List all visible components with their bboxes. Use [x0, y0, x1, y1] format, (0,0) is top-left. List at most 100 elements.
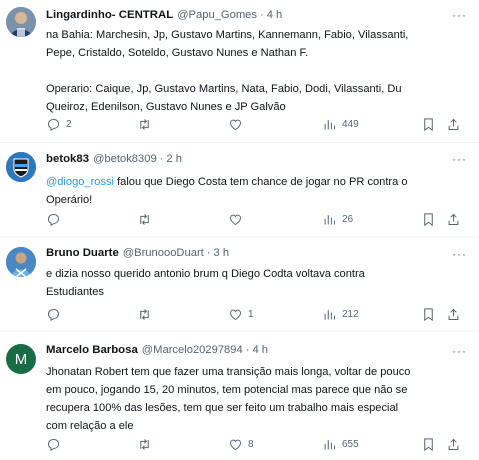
- user-handle[interactable]: @Papu_Gomes: [177, 9, 257, 21]
- display-name[interactable]: Marcelo Barbosa: [46, 344, 138, 356]
- retweet-icon: [140, 308, 149, 320]
- avatar[interactable]: M: [6, 344, 36, 374]
- avatar[interactable]: [6, 152, 36, 182]
- dot-separator: ·: [245, 344, 250, 356]
- tweet[interactable]: betok83 @betok8309 · 2 h ··· @diogo_ross…: [0, 143, 479, 237]
- bookmark-icon: [424, 437, 433, 451]
- tweet-actions: 1 212: [40, 306, 471, 322]
- share-button[interactable]: [446, 117, 461, 132]
- retweet-button[interactable]: [137, 212, 152, 227]
- views-chart-icon: [324, 439, 335, 449]
- timeline-feed: Lingardinho- CENTRAL @Papu_Gomes · 4 h ·…: [0, 0, 479, 460]
- tweet-text: na Bahia: Marchesin, Jp, Gustavo Martins…: [46, 29, 409, 113]
- avatar[interactable]: [6, 7, 36, 37]
- views-chart-icon: [324, 119, 335, 129]
- more-options-icon[interactable]: ···: [452, 344, 467, 358]
- gremio-crest-icon: [6, 152, 36, 182]
- like-button[interactable]: 1: [228, 307, 254, 322]
- reply-button[interactable]: [46, 307, 61, 322]
- views-button[interactable]: 449: [322, 117, 359, 132]
- share-icon: [448, 308, 459, 320]
- like-count: 1: [248, 308, 254, 320]
- tweet-header: Marcelo Barbosa @Marcelo20297894 · 4 h: [46, 344, 473, 360]
- reply-icon: [47, 308, 60, 321]
- views-button[interactable]: 26: [322, 212, 353, 227]
- avatar-photo-icon: [6, 247, 36, 277]
- retweet-icon: [140, 118, 149, 130]
- heart-icon: [229, 439, 242, 450]
- views-button[interactable]: 655: [322, 437, 359, 452]
- share-button[interactable]: [446, 437, 461, 452]
- share-icon: [448, 438, 459, 450]
- bookmark-button[interactable]: [421, 437, 436, 452]
- timestamp[interactable]: 4 h: [267, 9, 283, 21]
- user-handle[interactable]: @BrunoooDuart: [123, 247, 204, 259]
- bookmark-button[interactable]: [421, 307, 436, 322]
- dot-separator: ·: [159, 153, 164, 165]
- tweet[interactable]: Bruno Duarte @BrunoooDuart · 3 h ··· e d…: [0, 237, 479, 332]
- views-button[interactable]: 212: [322, 307, 359, 322]
- retweet-icon: [140, 213, 149, 225]
- tweet-header: Bruno Duarte @BrunoooDuart · 3 h: [46, 247, 473, 263]
- tweet-header: Lingardinho- CENTRAL @Papu_Gomes · 4 h: [46, 9, 473, 25]
- tweet-actions: 2 449: [40, 116, 471, 132]
- more-options-icon[interactable]: ···: [452, 8, 467, 22]
- more-options-icon[interactable]: ···: [452, 247, 467, 261]
- dot-separator: ·: [206, 247, 211, 259]
- tweet[interactable]: Lingardinho- CENTRAL @Papu_Gomes · 4 h ·…: [0, 0, 479, 143]
- bookmark-button[interactable]: [421, 212, 436, 227]
- tweet-header: betok83 @betok8309 · 2 h: [46, 153, 473, 169]
- tweet[interactable]: M Marcelo Barbosa @Marcelo20297894 · 4 h…: [0, 332, 479, 460]
- views-count: 449: [342, 118, 359, 130]
- reply-icon: [47, 213, 60, 226]
- share-button[interactable]: [446, 212, 461, 227]
- display-name[interactable]: Bruno Duarte: [46, 247, 119, 259]
- timestamp[interactable]: 3 h: [214, 247, 230, 259]
- like-button[interactable]: [228, 212, 243, 227]
- timestamp[interactable]: 2 h: [166, 153, 182, 165]
- retweet-button[interactable]: [137, 117, 152, 132]
- reply-count: 2: [66, 118, 72, 130]
- more-options-icon[interactable]: ···: [452, 152, 467, 166]
- user-handle[interactable]: @betok8309: [93, 153, 157, 165]
- tweet-text: @diogo_rossi falou que Diego Costa tem c…: [46, 173, 467, 209]
- display-name[interactable]: Lingardinho- CENTRAL: [46, 9, 173, 21]
- views-chart-icon: [324, 309, 335, 319]
- heart-icon: [229, 119, 242, 130]
- like-button[interactable]: [228, 117, 243, 132]
- reply-icon: [47, 118, 60, 131]
- retweet-button[interactable]: [137, 307, 152, 322]
- reply-icon: [47, 438, 60, 451]
- tweet-text: e dizia nosso querido antonio brum q Die…: [46, 268, 365, 298]
- avatar-initial: M: [14, 350, 28, 368]
- user-handle[interactable]: @Marcelo20297894: [142, 344, 243, 356]
- bookmark-button[interactable]: [421, 117, 436, 132]
- reply-button[interactable]: 2: [46, 117, 72, 132]
- views-count: 26: [342, 213, 354, 225]
- avatar[interactable]: [6, 247, 36, 277]
- share-button[interactable]: [446, 307, 461, 322]
- views-count: 655: [342, 438, 359, 450]
- tweet-text: Jhonatan Robert tem que fazer uma transi…: [46, 366, 411, 432]
- retweet-icon: [140, 438, 149, 450]
- retweet-button[interactable]: [137, 437, 152, 452]
- share-icon: [448, 213, 459, 225]
- like-button[interactable]: 8: [228, 437, 254, 452]
- tweet-actions: 26: [40, 211, 471, 227]
- views-count: 212: [342, 308, 359, 320]
- bookmark-icon: [424, 307, 433, 321]
- display-name[interactable]: betok83: [46, 153, 89, 165]
- bookmark-icon: [424, 212, 433, 226]
- bookmark-icon: [424, 117, 433, 131]
- heart-icon: [229, 214, 242, 225]
- reply-button[interactable]: [46, 212, 61, 227]
- timestamp[interactable]: 4 h: [252, 344, 268, 356]
- dot-separator: ·: [259, 9, 264, 21]
- like-count: 8: [248, 438, 254, 450]
- avatar-photo-icon: [6, 7, 36, 37]
- reply-button[interactable]: [46, 437, 61, 452]
- mention-link[interactable]: @diogo_rossi: [46, 176, 114, 188]
- share-icon: [448, 118, 459, 130]
- tweet-actions: 8 655: [40, 436, 471, 452]
- views-chart-icon: [324, 214, 335, 224]
